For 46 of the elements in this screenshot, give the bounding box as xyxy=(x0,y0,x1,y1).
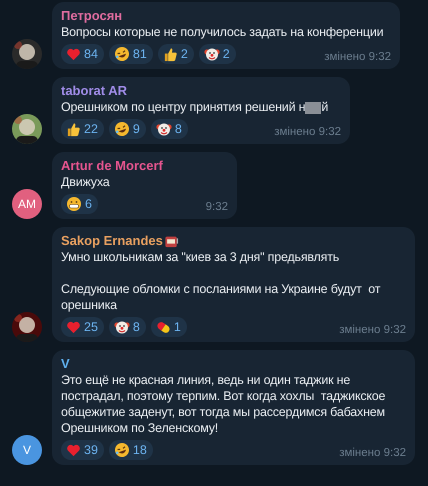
message-text: Это ещё не красная линия, ведь ни один таджик не пострадал, поэтому терпим. Вот когда хохлы таджикское общежитие заденут, вот тогда мы рассердимся бабахнем Орешником по Зеленскому! xyxy=(61,373,386,435)
author-name[interactable]: Петросян xyxy=(61,8,122,24)
message-text: й xyxy=(321,100,328,114)
author-name[interactable]: V xyxy=(61,356,70,372)
heart-icon xyxy=(66,46,81,62)
reaction-chip[interactable]: 25 xyxy=(61,317,104,337)
message-text: Движуха xyxy=(61,175,110,189)
message-time: змінено 9:32 xyxy=(339,446,406,460)
clown-face-icon xyxy=(204,46,220,62)
reaction-chip[interactable]: 9 xyxy=(108,119,146,139)
thumbs-up-icon xyxy=(66,122,81,136)
reaction-chip[interactable]: 81 xyxy=(108,44,153,64)
author-name[interactable]: Artur de Morcerf xyxy=(61,158,163,174)
message-time: змінено 9:32 xyxy=(339,323,406,337)
message-time: змінено 9:32 xyxy=(274,125,341,139)
reaction-chip[interactable]: 6 xyxy=(61,194,98,214)
grinning-face-icon xyxy=(66,196,82,212)
clown-face-icon xyxy=(114,319,130,335)
message-text: Орешником по центру принятия решений н xyxy=(61,100,306,114)
laughing-face-icon xyxy=(114,121,130,137)
avatar[interactable]: V xyxy=(12,435,42,465)
reaction-chip[interactable]: 22 xyxy=(61,119,104,139)
reaction-chip[interactable]: 2 xyxy=(158,44,194,64)
avatar-initials: V xyxy=(22,442,31,459)
reaction-chip[interactable]: 18 xyxy=(108,440,153,460)
reaction-chip[interactable]: 84 xyxy=(61,44,104,64)
capsule-icon xyxy=(156,320,171,334)
laughing-face-icon xyxy=(114,442,130,458)
thumbs-up-icon xyxy=(162,46,178,62)
reaction-chip[interactable]: 8 xyxy=(150,119,188,139)
author-name[interactable]: Sakop Ernandes xyxy=(61,233,163,249)
avatar[interactable]: AM xyxy=(12,189,42,219)
avatar-initials: AM xyxy=(18,196,36,213)
message-time: змінено 9:32 xyxy=(324,50,391,64)
clown-face-icon xyxy=(156,121,172,137)
heart-icon xyxy=(66,442,81,458)
reaction-chip[interactable]: 1 xyxy=(150,317,187,337)
author-name[interactable]: taborat AR xyxy=(61,83,127,99)
reaction-chip[interactable]: 39 xyxy=(61,440,104,460)
laughing-face-icon xyxy=(114,46,130,62)
message-text: Умно школьникам за "киев за 3 дня" предьявлять Следующие обломки с посланиями на Украине будут от орешника xyxy=(61,250,382,312)
message-text: Вопросы которые не получилось задать на конференции xyxy=(61,25,384,39)
heart-icon xyxy=(66,320,81,334)
reaction-chip[interactable]: 8 xyxy=(108,317,146,337)
message-time: 9:32 xyxy=(206,200,228,214)
reaction-chip[interactable]: 2 xyxy=(198,44,236,64)
